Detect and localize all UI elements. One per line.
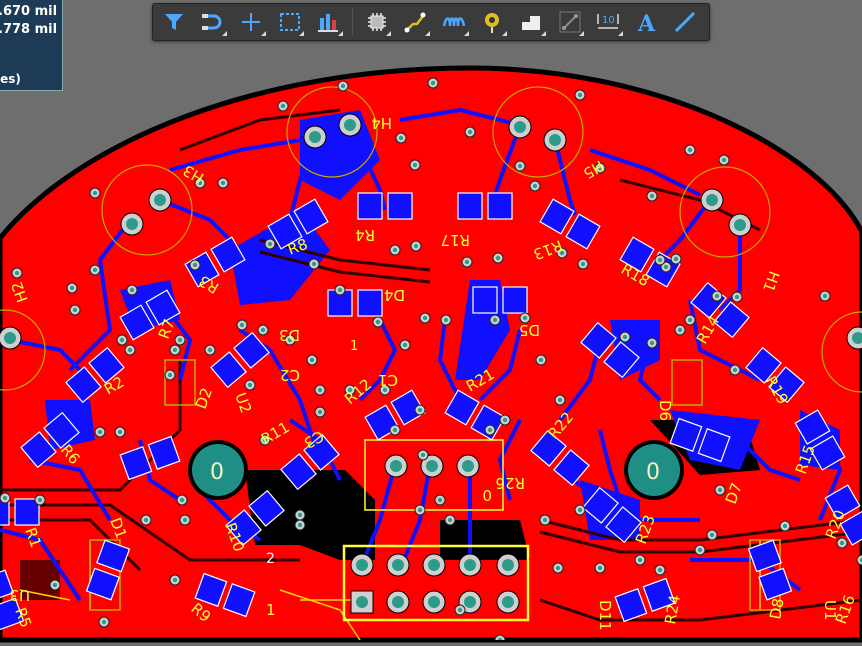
designator-label: R17 [440, 231, 470, 249]
coordinate-readout: .670 mil .778 mil les) [0, 0, 63, 91]
designator-label: D11 [596, 600, 614, 631]
place-component-button[interactable] [362, 7, 392, 37]
designator-label: D4 [384, 286, 405, 304]
silk-label: 2 [266, 551, 275, 567]
designator-label: U3 [9, 586, 30, 604]
readout-units: les) [0, 72, 21, 86]
track-icon [404, 12, 426, 33]
cross-probe-button[interactable] [236, 7, 266, 37]
designator-label: R4 [355, 226, 375, 244]
designator-label: D6 [656, 400, 674, 421]
mounting-hole-left: 0 [188, 440, 248, 500]
polygon-icon [521, 16, 540, 30]
wave-icon [442, 17, 466, 27]
align-button[interactable] [313, 7, 343, 37]
silk-label: 1 [266, 601, 276, 619]
text-tool-glyph: A [637, 11, 656, 34]
route-track-button[interactable] [400, 7, 431, 37]
mounting-hole-right: 0 [624, 440, 684, 500]
active-bar-toolbar: 10 A [152, 3, 710, 41]
place-text-button[interactable]: A [632, 7, 662, 37]
silk-label: 0 [482, 486, 492, 504]
dimension-label: 10 [602, 15, 615, 26]
line-blue-icon [675, 11, 696, 33]
align-bars-icon [318, 14, 339, 32]
text-a-icon: A [637, 11, 656, 34]
mounting-hole-label: 0 [646, 460, 660, 485]
diff-pair-button[interactable] [439, 7, 469, 37]
mounting-hole-label: 0 [210, 460, 224, 485]
coordinate-x: .670 mil [0, 4, 58, 19]
designator-label: R26 [495, 474, 525, 492]
designator-label: C1 [378, 371, 398, 389]
toolbar-separator [351, 9, 353, 35]
filter-button[interactable] [159, 7, 189, 37]
chip-icon [367, 13, 386, 31]
place-line-blue-button[interactable] [671, 7, 701, 37]
dimension-icon: 10 [597, 14, 619, 29]
line-grey-icon [559, 11, 581, 33]
interactive-route-button[interactable] [198, 7, 228, 37]
polygon-pour-button[interactable] [516, 7, 546, 37]
designator-label: D8 [766, 597, 787, 621]
designator-label: H4 [371, 114, 392, 132]
magnet-icon [202, 14, 222, 30]
place-line-button[interactable] [555, 7, 585, 37]
dimension-button[interactable]: 10 [593, 7, 623, 37]
filter-icon [164, 14, 183, 30]
designator-label: D5 [519, 321, 540, 339]
select-area-button[interactable] [275, 7, 305, 37]
crosshair-icon [241, 13, 260, 31]
silk-label: 1 [350, 339, 358, 354]
place-via-button[interactable] [478, 7, 508, 37]
pcb-board-canvas[interactable]: 0 0 H4H5H3H1H2R8R4 R17 R13R3 R18D4D5D3D6R7 R… [0, 0, 862, 646]
designator-label: C2 [280, 366, 300, 384]
via-icon [485, 13, 500, 33]
designator-label: D3 [279, 326, 300, 344]
dashed-rectangle-icon [279, 13, 300, 31]
coordinate-y: .778 mil [0, 22, 58, 37]
